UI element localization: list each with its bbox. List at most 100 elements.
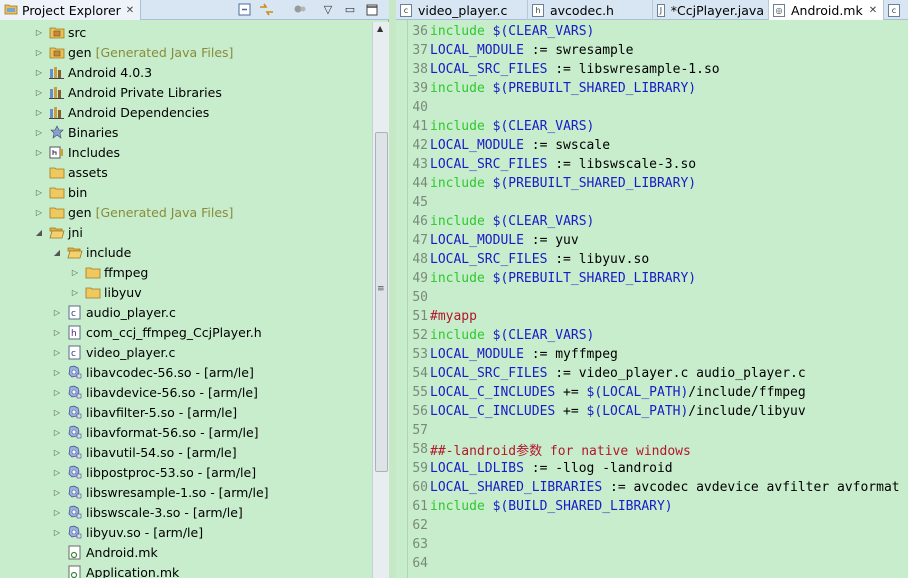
code-line[interactable]: 43 LOCAL_SRC_FILES := libswscale-3.so [410,155,696,174]
scroll-up-icon[interactable]: ▲ [377,24,383,33]
expand-arrow-icon[interactable]: ▷ [33,146,45,158]
expand-arrow-icon[interactable]: ▷ [51,406,63,418]
code-line[interactable]: 42 LOCAL_MODULE := swscale [410,136,610,155]
expand-arrow-icon[interactable]: ▷ [33,106,45,118]
code-line[interactable]: 36 include $(CLEAR_VARS) [410,22,594,41]
editor-tab[interactable]: ◎ Android.mk ✕ [769,0,884,20]
code-line[interactable]: 61 include $(BUILD_SHARED_LIBRARY) [410,497,672,516]
close-icon[interactable]: ✕ [126,5,134,16]
code-line[interactable]: 59 LOCAL_LDLIBS := -llog -landroid [410,459,672,478]
tree-item[interactable]: ▷ c video_player.c [51,342,175,362]
tree-item[interactable]: ▷ h com_ccj_ffmpeg_CcjPlayer.h [51,322,262,342]
focus-on-active-task-icon[interactable] [292,2,308,17]
code-line[interactable]: 56 LOCAL_C_INCLUDES += $(LOCAL_PATH)/incl… [410,402,805,421]
expand-arrow-icon[interactable]: ▷ [33,26,45,38]
editor-tab[interactable]: J *CcjPlayer.java [653,0,769,20]
expand-arrow-icon[interactable]: ▷ [51,486,63,498]
tree-item[interactable]: ▷ Android Dependencies [33,102,209,122]
collapse-arrow-icon[interactable]: ◢ [51,246,63,258]
collapse-all-icon[interactable] [236,2,252,17]
tree-item[interactable]: ▷ libswresample-1.so - [arm/le] [51,482,269,502]
tree-item[interactable]: ▷ libyuv.so - [arm/le] [51,522,203,542]
tree-item[interactable]: ▷ libavcodec-56.so - [arm/le] [51,362,254,382]
expand-arrow-icon[interactable]: ▷ [51,386,63,398]
expand-arrow-icon[interactable]: ▷ [33,206,45,218]
editor-tab[interactable]: c video_player.c [396,0,528,20]
code-line[interactable]: 63 [410,535,430,554]
code-line[interactable]: 50 [410,288,430,307]
tree-item[interactable]: ▷ libavutil-54.so - [arm/le] [51,442,237,462]
tree-item[interactable]: ▷ libavfilter-5.so - [arm/le] [51,402,237,422]
expand-arrow-icon[interactable]: ▷ [51,466,63,478]
collapse-arrow-icon[interactable]: ◢ [33,226,45,238]
tree-item[interactable]: ▷ gen [Generated Java Files] [33,42,234,62]
tree-item[interactable]: ▷ bin [33,182,87,202]
code-line[interactable]: 54 LOCAL_SRC_FILES := video_player.c audi… [410,364,805,383]
tree-item[interactable]: ▷ libyuv [69,282,142,302]
expand-arrow-icon[interactable]: ▷ [69,266,81,278]
expand-arrow-icon[interactable]: ▷ [51,346,63,358]
code-line[interactable]: 38 LOCAL_SRC_FILES := libswresample-1.so [410,60,719,79]
tree-item[interactable]: assets [33,162,108,182]
tree-item[interactable]: ▷ gen [Generated Java Files] [33,202,234,222]
link-with-editor-icon[interactable] [258,2,274,17]
project-explorer-tab[interactable]: Project Explorer ✕ [0,0,142,20]
maximize-icon[interactable] [364,2,380,17]
tree-item[interactable]: Android.mk [51,542,158,562]
tree-item[interactable]: ▷ libavformat-56.so - [arm/le] [51,422,259,442]
code-line[interactable]: 60 LOCAL_SHARED_LIBRARIES := avcodec avde… [410,478,899,497]
expand-arrow-icon[interactable]: ▷ [51,446,63,458]
expand-arrow-icon[interactable]: ▷ [51,506,63,518]
tree-item[interactable]: ▷ libswscale-3.so - [arm/le] [51,502,243,522]
explorer-vertical-scrollbar[interactable]: ▲ ≡ [372,22,389,578]
tree-item[interactable]: ▷ Android Private Libraries [33,82,222,102]
expand-arrow-icon[interactable]: ▷ [51,366,63,378]
code-line[interactable]: 39 include $(PREBUILT_SHARED_LIBRARY) [410,79,696,98]
expand-arrow-icon[interactable]: ▷ [33,126,45,138]
editor-tab[interactable]: h avcodec.h [528,0,653,20]
scrollbar-thumb[interactable] [375,132,388,472]
tree-item[interactable]: ▷ ffmpeg [69,262,148,282]
tree-item[interactable]: ▷ Includes [33,142,120,162]
expand-arrow-icon[interactable]: ▷ [33,66,45,78]
code-line[interactable]: 58 ##-landroid参数 for native windows [410,440,690,459]
code-line[interactable]: 51 #myapp [410,307,477,326]
code-line[interactable]: 52 include $(CLEAR_VARS) [410,326,594,345]
expand-arrow-icon[interactable]: ▷ [51,306,63,318]
tree-item[interactable]: ▷ libpostproc-53.so - [arm/le] [51,462,256,482]
tree-item[interactable]: ▷ Android 4.0.3 [33,62,152,82]
code-line[interactable]: 49 include $(PREBUILT_SHARED_LIBRARY) [410,269,696,288]
view-menu-icon[interactable]: ▽ [320,2,336,17]
minimize-icon[interactable]: ▭ [342,2,358,17]
code-line[interactable]: 64 [410,554,430,573]
tree-item[interactable]: ▷ c audio_player.c [51,302,176,322]
tree-item[interactable]: ◢ jni [33,222,83,242]
expand-arrow-icon[interactable]: ▷ [51,426,63,438]
tree-item[interactable]: ◢ include [51,242,131,262]
code-line[interactable]: 41 include $(CLEAR_VARS) [410,117,594,136]
expand-arrow-icon[interactable]: ▷ [33,186,45,198]
expand-arrow-icon[interactable]: ▷ [51,326,63,338]
code-line[interactable]: 40 [410,98,430,117]
editor-tab[interactable]: c [884,0,908,20]
code-text-area[interactable]: 36 include $(CLEAR_VARS) 37 LOCAL_MODULE :=… [410,22,908,578]
code-line[interactable]: 53 LOCAL_MODULE := myffmpeg [410,345,618,364]
code-line[interactable]: 57 [410,421,430,440]
code-line[interactable]: 55 LOCAL_C_INCLUDES += $(LOCAL_PATH)/incl… [410,383,805,402]
expand-arrow-icon[interactable]: ▷ [69,286,81,298]
code-line[interactable]: 62 [410,516,430,535]
code-line[interactable]: 46 include $(CLEAR_VARS) [410,212,594,231]
code-line[interactable]: 45 [410,193,430,212]
code-line[interactable]: 47 LOCAL_MODULE := yuv [410,231,578,250]
code-line[interactable]: 48 LOCAL_SRC_FILES := libyuv.so [410,250,649,269]
close-icon[interactable]: ✕ [869,5,877,16]
tree-item[interactable]: ▷ Binaries [33,122,119,142]
expand-arrow-icon[interactable]: ▷ [33,46,45,58]
expand-arrow-icon[interactable]: ▷ [51,526,63,538]
tree-item[interactable]: ▷ src [33,22,86,42]
code-line[interactable]: 37 LOCAL_MODULE := swresample [410,41,633,60]
code-line[interactable]: 44 include $(PREBUILT_SHARED_LIBRARY) [410,174,696,193]
tree-item[interactable]: ▷ libavdevice-56.so - [arm/le] [51,382,258,402]
expand-arrow-icon[interactable]: ▷ [33,86,45,98]
tree-item[interactable]: Application.mk [51,562,179,578]
